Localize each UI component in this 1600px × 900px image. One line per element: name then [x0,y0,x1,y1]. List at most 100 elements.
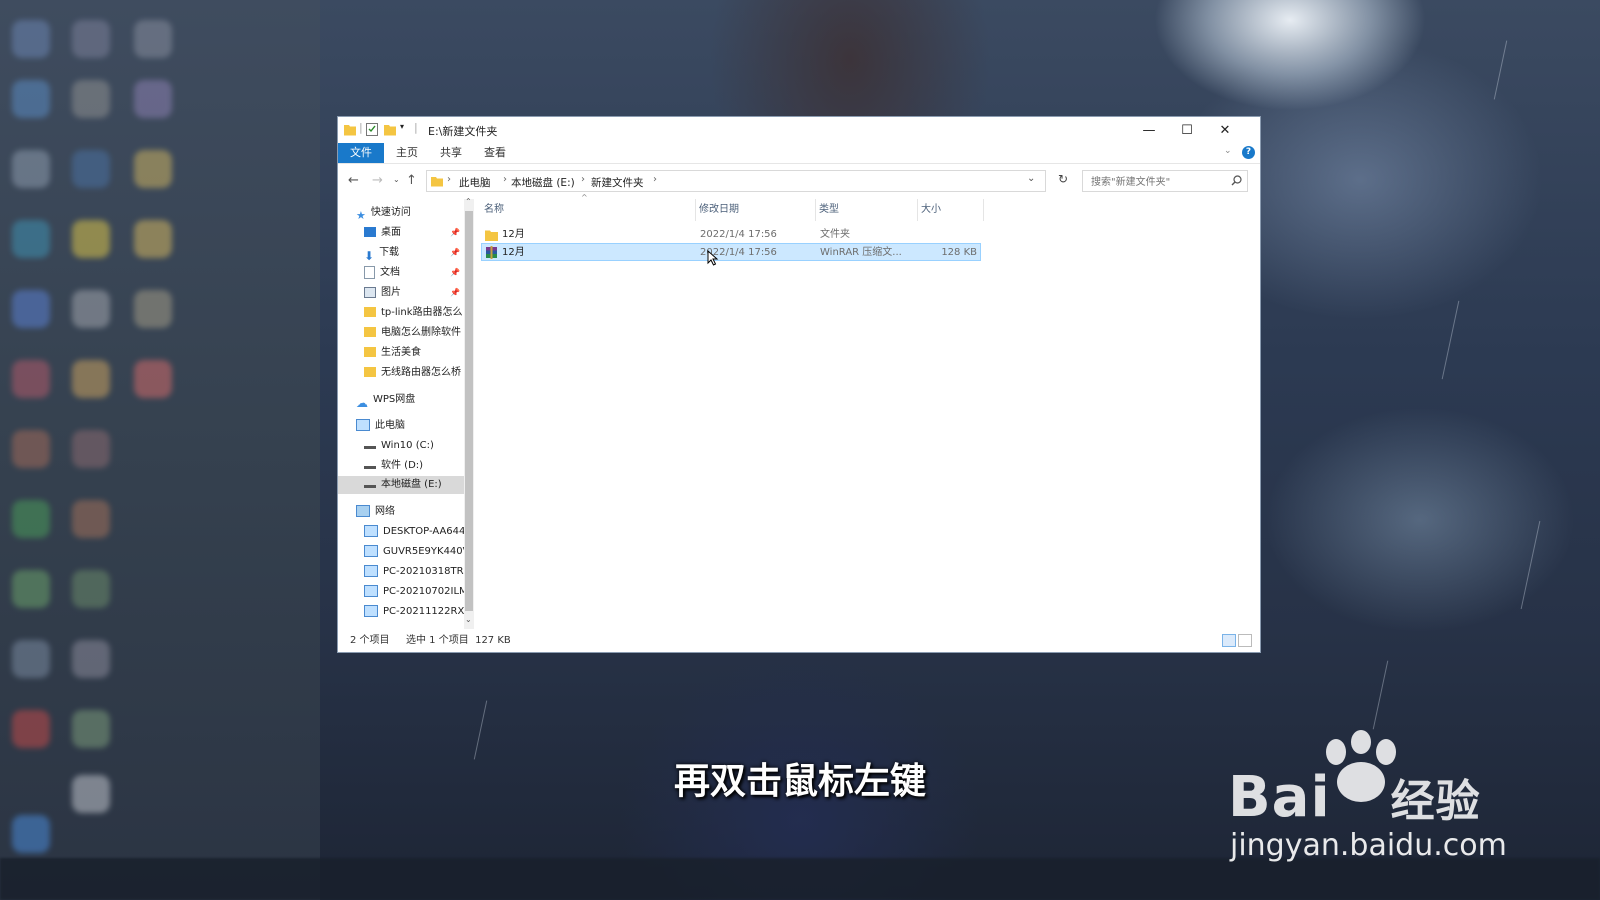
breadcrumb-this-pc[interactable]: 此电脑 [459,175,491,190]
pin-icon[interactable]: 📌 [450,288,460,297]
nav-desktop[interactable]: 桌面 [364,224,401,242]
monitor-icon [364,545,378,557]
nav-folder-food[interactable]: 生活美食 [364,344,421,362]
monitor-icon [364,605,378,617]
title-bar: | ▾ | E:\新建文件夹 — ☐ ✕ [338,117,1260,143]
nav-network-pc[interactable]: GUVR5E9YK440V [364,543,464,561]
nav-drive-e[interactable]: 本地磁盘 (E:) [338,476,464,494]
large-icons-view-icon[interactable] [1238,634,1252,647]
folder-icon [344,125,356,136]
back-arrow-icon[interactable]: ← [348,173,359,188]
nav-wps-cloud[interactable]: ☁ WPS网盘 [356,391,415,410]
recent-locations-icon[interactable]: ⌄ [393,175,400,184]
qat-separator: | [414,121,418,134]
nav-this-pc[interactable]: 此电脑 [356,417,405,435]
properties-icon[interactable] [366,123,378,136]
column-header-name[interactable]: 名称 [481,199,696,221]
desktop-app-icon [72,290,110,328]
nav-folder-tplink[interactable]: tp-link路由器怎么 [364,304,463,322]
navpane-scrollbar[interactable]: ⌃ ⌄ [464,197,474,629]
desktop-app-icon [72,220,110,258]
nav-drive-c[interactable]: Win10 (C:) [364,437,434,455]
address-bar[interactable]: › 此电脑 › 本地磁盘 (E:) › 新建文件夹 › ⌄ [426,170,1046,192]
file-name: 12月 [502,229,525,240]
navigation-bar: ← → ⌄ ↑ › 此电脑 › 本地磁盘 (E:) › 新建文件夹 › ⌄ ↻ [338,167,1260,195]
desktop-app-icon [72,150,110,188]
nav-network[interactable]: 网络 [356,503,395,521]
help-icon[interactable]: ? [1242,146,1255,159]
minimize-button[interactable]: — [1130,117,1168,143]
breadcrumb-new-folder[interactable]: 新建文件夹 [591,175,644,190]
up-arrow-icon[interactable]: ↑ [406,173,417,188]
baidu-watermark-url: jingyan.baidu.com [1230,828,1507,863]
picture-icon [364,286,376,298]
expand-ribbon-icon[interactable]: ⌄ [1224,146,1232,156]
folder-icon [364,307,376,317]
desktop-app-icon [12,150,50,188]
nav-folder-uninstall[interactable]: 电脑怎么删除软件 [364,324,461,342]
scroll-down-icon[interactable]: ⌄ [465,615,472,624]
nav-quick-access[interactable]: ★ 快速访问 [356,204,411,222]
nav-network-pc[interactable]: PC-20210702ILM [364,583,464,601]
file-type: 文件夹 [820,229,850,240]
desktop-app-icon [72,640,110,678]
desktop-app-icon [12,640,50,678]
nav-network-pc[interactable]: PC-20211122RX [364,603,464,621]
folder-icon [364,327,376,337]
file-row-folder[interactable]: 12月 2022/1/4 17:56 文件夹 [481,226,981,244]
folder-icon [431,177,443,187]
tab-share[interactable]: 共享 [428,143,474,163]
search-box[interactable] [1082,170,1248,192]
tab-file[interactable]: 文件 [338,143,384,163]
qat-dropdown-icon[interactable]: ▾ [400,122,404,135]
desktop-app-icon [134,220,172,258]
nav-network-pc[interactable]: PC-20210318TRI [364,563,464,581]
breadcrumb-separator[interactable]: › [581,174,585,185]
search-icon[interactable] [1231,175,1242,186]
status-bar: 2 个项目 选中 1 个项目 127 KB [338,629,1260,653]
tab-home[interactable]: 主页 [384,143,430,163]
file-row-archive[interactable]: 12月 2022/1/4 17:56 WinRAR 压缩文... 128 KB [481,243,981,261]
desktop-app-icon [134,360,172,398]
breadcrumb-separator: › [447,174,451,185]
window-title: E:\新建文件夹 [428,125,498,138]
pin-icon[interactable]: 📌 [450,268,460,277]
close-button[interactable]: ✕ [1206,117,1244,143]
nav-documents[interactable]: 文档 [364,264,400,282]
desktop-app-icon [12,360,50,398]
desktop-icon [364,227,376,237]
search-input[interactable] [1089,172,1233,192]
breadcrumb-drive-e[interactable]: 本地磁盘 (E:) [511,175,575,190]
tab-view[interactable]: 查看 [472,143,518,163]
column-header-size[interactable]: 大小 [918,199,984,221]
column-header-date[interactable]: 修改日期 [696,199,816,221]
breadcrumb-separator[interactable]: › [653,174,657,185]
desktop-app-icon [134,20,172,58]
scroll-up-icon[interactable]: ⌃ [465,197,472,206]
desktop-app-icon [12,500,50,538]
pin-icon[interactable]: 📌 [450,228,460,237]
refresh-icon[interactable]: ↻ [1052,172,1074,192]
computer-icon [356,419,370,431]
nav-network-pc[interactable]: DESKTOP-AA644 [364,523,464,541]
baidu-watermark: Bai 经验 [1228,765,1481,830]
desktop-app-icon [12,220,50,258]
desktop-app-icon [12,20,50,58]
column-header-type[interactable]: 类型 [816,199,918,221]
address-dropdown-icon[interactable]: ⌄ [1027,173,1035,184]
nav-downloads[interactable]: ⬇ 下载 [364,244,399,263]
file-date: 2022/1/4 17:56 [700,229,777,240]
new-folder-icon[interactable] [384,123,396,136]
breadcrumb-separator[interactable]: › [503,174,507,185]
desktop-app-icon [12,570,50,608]
maximize-button[interactable]: ☐ [1168,117,1206,143]
forward-arrow-icon[interactable]: → [372,173,383,188]
pin-icon[interactable]: 📌 [450,248,460,257]
nav-drive-d[interactable]: 软件 (D:) [364,457,423,475]
nav-pictures[interactable]: 图片 [364,284,401,302]
drive-icon [364,461,376,469]
scrollbar-thumb[interactable] [465,211,473,611]
desktop-app-icon [12,430,50,468]
nav-folder-bridge[interactable]: 无线路由器怎么桥 [364,364,461,382]
details-view-icon[interactable] [1222,634,1236,647]
